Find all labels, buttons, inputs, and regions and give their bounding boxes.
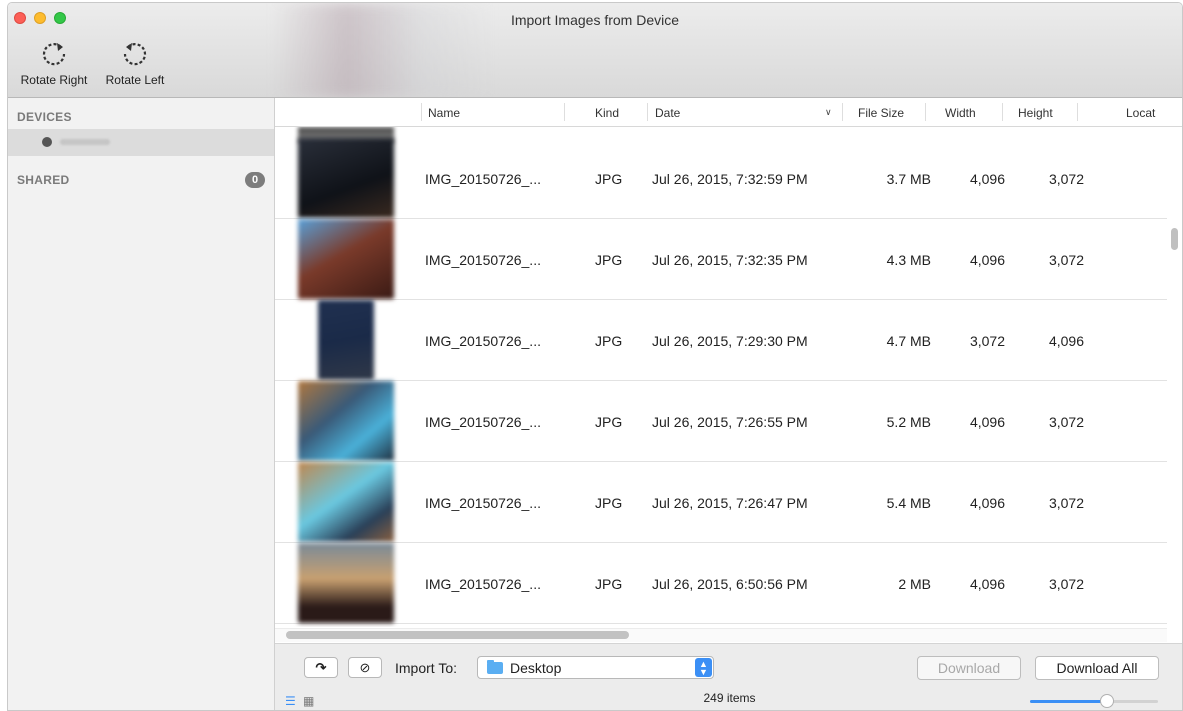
image-thumbnail (298, 138, 394, 218)
column-separator (1077, 103, 1078, 121)
rows-viewport[interactable]: IMG_20150726_... JPG Jul 26, 2015, 7:32:… (275, 127, 1167, 627)
image-list: Name Kind Date ∨ File Size Width Height … (275, 98, 1182, 710)
device-icon (42, 137, 52, 147)
table-row[interactable]: IMG_20150726_... JPG Jul 26, 2015, 7:29:… (275, 300, 1167, 381)
rotate-left-icon (123, 43, 147, 66)
row-name: IMG_20150726_... (425, 333, 541, 349)
slider-fill (1030, 700, 1107, 703)
table-row[interactable]: IMG_20150726_... JPG Jul 26, 2015, 7:26:… (275, 381, 1167, 462)
shared-count-badge: 0 (245, 172, 265, 188)
row-file-size: 5.2 MB (886, 414, 931, 430)
row-name: IMG_20150726_... (425, 252, 541, 268)
row-name: IMG_20150726_... (425, 414, 541, 430)
column-separator (421, 103, 422, 121)
chevron-updown-icon: ▲ ▼ (695, 658, 712, 677)
row-kind: JPG (595, 414, 623, 430)
import-destination-value: Desktop (510, 660, 562, 676)
row-height: 3,072 (1048, 252, 1084, 268)
row-kind: JPG (595, 252, 623, 268)
row-date: Jul 26, 2015, 7:32:35 PM (652, 252, 808, 268)
table-row[interactable]: IMG_20150726_... JPG Jul 26, 2015, 7:32:… (275, 219, 1167, 300)
image-thumbnail (318, 300, 374, 380)
rotate-right-icon (42, 43, 66, 66)
column-kind[interactable]: Kind (595, 106, 619, 120)
row-height: 3,072 (1048, 576, 1084, 592)
import-to-label: Import To: (395, 660, 457, 676)
row-name: IMG_20150726_... (425, 171, 541, 187)
import-window: Import Images from Device Rotate Right R… (7, 2, 1183, 711)
row-height: 4,096 (1048, 333, 1084, 349)
row-kind: JPG (595, 576, 623, 592)
sort-chevron-icon: ∨ (825, 107, 832, 117)
slider-knob[interactable] (1099, 694, 1114, 708)
column-name[interactable]: Name (428, 106, 460, 120)
title-bar: Import Images from Device Rotate Right R… (8, 3, 1182, 98)
row-date: Jul 26, 2015, 7:26:55 PM (652, 414, 808, 430)
shared-header: SHARED (17, 173, 70, 187)
row-height: 3,072 (1048, 495, 1084, 511)
column-separator (842, 103, 843, 121)
table-row[interactable]: IMG_20150726_... JPG Jul 26, 2015, 6:50:… (275, 543, 1167, 624)
image-thumbnail (298, 381, 394, 461)
import-destination-select[interactable]: Desktop ▲ ▼ (477, 656, 714, 679)
row-width: 4,096 (969, 576, 1005, 592)
row-file-size: 4.3 MB (886, 252, 931, 268)
device-name-redacted (60, 139, 110, 145)
column-separator (925, 103, 926, 121)
row-date: Jul 26, 2015, 7:32:59 PM (652, 171, 808, 187)
folder-icon (487, 660, 503, 674)
row-name: IMG_20150726_... (425, 576, 541, 592)
prohibited-icon: ⊘ (359, 660, 371, 675)
column-date[interactable]: Date (655, 106, 680, 120)
row-file-size: 3.7 MB (886, 171, 931, 187)
row-width: 3,072 (969, 333, 1005, 349)
row-height: 3,072 (1048, 171, 1084, 187)
rotate-icon: ↷ (315, 660, 327, 675)
vertical-scrollbar[interactable] (1171, 228, 1178, 250)
table-row[interactable]: IMG_20150726_... JPG Jul 26, 2015, 7:26:… (275, 462, 1167, 543)
row-file-size: 2 MB (898, 576, 931, 592)
thumbnail-size-slider[interactable] (1030, 694, 1158, 708)
image-thumbnail (298, 462, 394, 542)
download-button[interactable]: Download (917, 656, 1021, 680)
column-height[interactable]: Height (1018, 106, 1053, 120)
image-thumbnail (298, 543, 394, 623)
row-kind: JPG (595, 171, 623, 187)
download-all-button[interactable]: Download All (1035, 656, 1159, 680)
column-location[interactable]: Locat (1126, 106, 1155, 120)
sidebar-item-device[interactable] (8, 129, 274, 156)
row-name: IMG_20150726_... (425, 495, 541, 511)
column-separator (647, 103, 648, 121)
row-date: Jul 26, 2015, 7:26:47 PM (652, 495, 808, 511)
devices-header: DEVICES (17, 110, 72, 124)
rotate-left-button[interactable]: Rotate Left (101, 39, 169, 87)
rotate-button[interactable]: ↷ (304, 657, 338, 678)
rotate-right-label: Rotate Right (20, 73, 88, 87)
bottom-bar: ↷ ⊘ Import To: Desktop ▲ ▼ Download Downl… (275, 643, 1182, 710)
column-separator (1002, 103, 1003, 121)
row-width: 4,096 (969, 414, 1005, 430)
row-date: Jul 26, 2015, 7:29:30 PM (652, 333, 808, 349)
sidebar: DEVICES SHARED 0 (8, 98, 275, 710)
rotate-right-button[interactable]: Rotate Right (16, 39, 92, 87)
delete-button[interactable]: ⊘ (348, 657, 382, 678)
column-header-bar: Name Kind Date ∨ File Size Width Height … (275, 98, 1182, 127)
row-width: 4,096 (969, 171, 1005, 187)
table-row[interactable]: IMG_20150726_... JPG Jul 26, 2015, 7:32:… (275, 138, 1167, 219)
row-kind: JPG (595, 495, 623, 511)
window-title: Import Images from Device (510, 12, 680, 28)
image-thumbnail (298, 219, 394, 299)
row-file-size: 5.4 MB (886, 495, 931, 511)
column-separator (564, 103, 565, 121)
row-file-size: 4.7 MB (886, 333, 931, 349)
row-width: 4,096 (969, 495, 1005, 511)
row-date: Jul 26, 2015, 6:50:56 PM (652, 576, 808, 592)
rotate-left-label: Rotate Left (105, 73, 165, 87)
row-height: 3,072 (1048, 414, 1084, 430)
column-file-size[interactable]: File Size (858, 106, 904, 120)
row-kind: JPG (595, 333, 623, 349)
horizontal-scrollbar[interactable] (286, 631, 629, 639)
row-width: 4,096 (969, 252, 1005, 268)
column-width[interactable]: Width (945, 106, 976, 120)
